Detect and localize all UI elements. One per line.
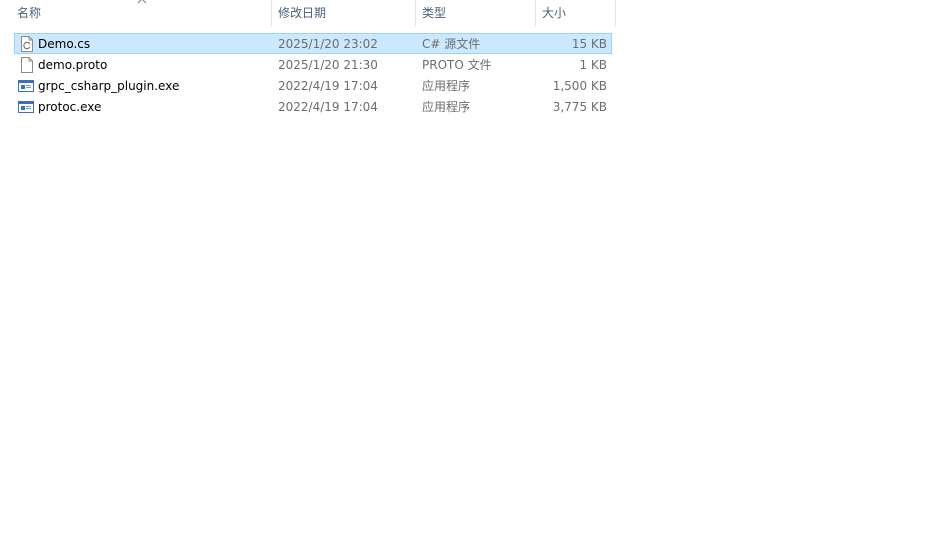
file-date: 2025/1/20 23:02	[278, 37, 378, 51]
file-date: 2022/4/19 17:04	[278, 79, 378, 93]
file-row-demo-proto[interactable]: demo.proto 2025/1/20 21:30 PROTO 文件 1 KB	[14, 54, 612, 75]
csharp-file-icon	[21, 36, 33, 52]
file-size: 1 KB	[579, 58, 607, 72]
file-type: PROTO 文件	[422, 58, 492, 72]
file-type: C# 源文件	[422, 37, 481, 51]
file-name: demo.proto	[38, 58, 108, 72]
column-divider[interactable]	[615, 0, 616, 27]
file-row-grpc-csharp-plugin[interactable]: grpc_csharp_plugin.exe 2022/4/19 17:04 应…	[14, 75, 612, 96]
column-header-size[interactable]: 大小	[536, 0, 616, 28]
blank-file-icon	[21, 57, 33, 73]
file-size: 15 KB	[571, 37, 607, 51]
file-row-demo-cs[interactable]: Demo.cs 2025/1/20 23:02 C# 源文件 15 KB	[14, 33, 612, 54]
file-size: 3,775 KB	[552, 100, 607, 114]
column-header-size-label: 大小	[542, 6, 567, 20]
file-name: protoc.exe	[38, 100, 102, 114]
column-header-date-label: 修改日期	[278, 6, 327, 20]
application-icon	[18, 101, 34, 113]
column-header-bar: 名称 修改日期 类型 大小	[0, 0, 616, 28]
file-size: 1,500 KB	[552, 79, 607, 93]
column-header-name-label: 名称	[17, 6, 42, 20]
file-name: grpc_csharp_plugin.exe	[38, 79, 180, 93]
column-header-name[interactable]: 名称	[0, 0, 272, 28]
file-date: 2025/1/20 21:30	[278, 58, 378, 72]
file-type: 应用程序	[422, 100, 471, 114]
file-list-pane: 名称 修改日期 类型 大小 Demo.cs 2025/1/20 23:02 C#…	[0, 0, 946, 553]
file-type: 应用程序	[422, 79, 471, 93]
file-list: Demo.cs 2025/1/20 23:02 C# 源文件 15 KB dem…	[14, 33, 612, 117]
file-row-protoc[interactable]: protoc.exe 2022/4/19 17:04 应用程序 3,775 KB	[14, 96, 612, 117]
file-date: 2022/4/19 17:04	[278, 100, 378, 114]
column-header-type[interactable]: 类型	[416, 0, 536, 28]
application-icon	[18, 80, 34, 92]
column-header-date[interactable]: 修改日期	[272, 0, 416, 28]
column-header-type-label: 类型	[422, 6, 447, 20]
file-name: Demo.cs	[38, 37, 91, 51]
